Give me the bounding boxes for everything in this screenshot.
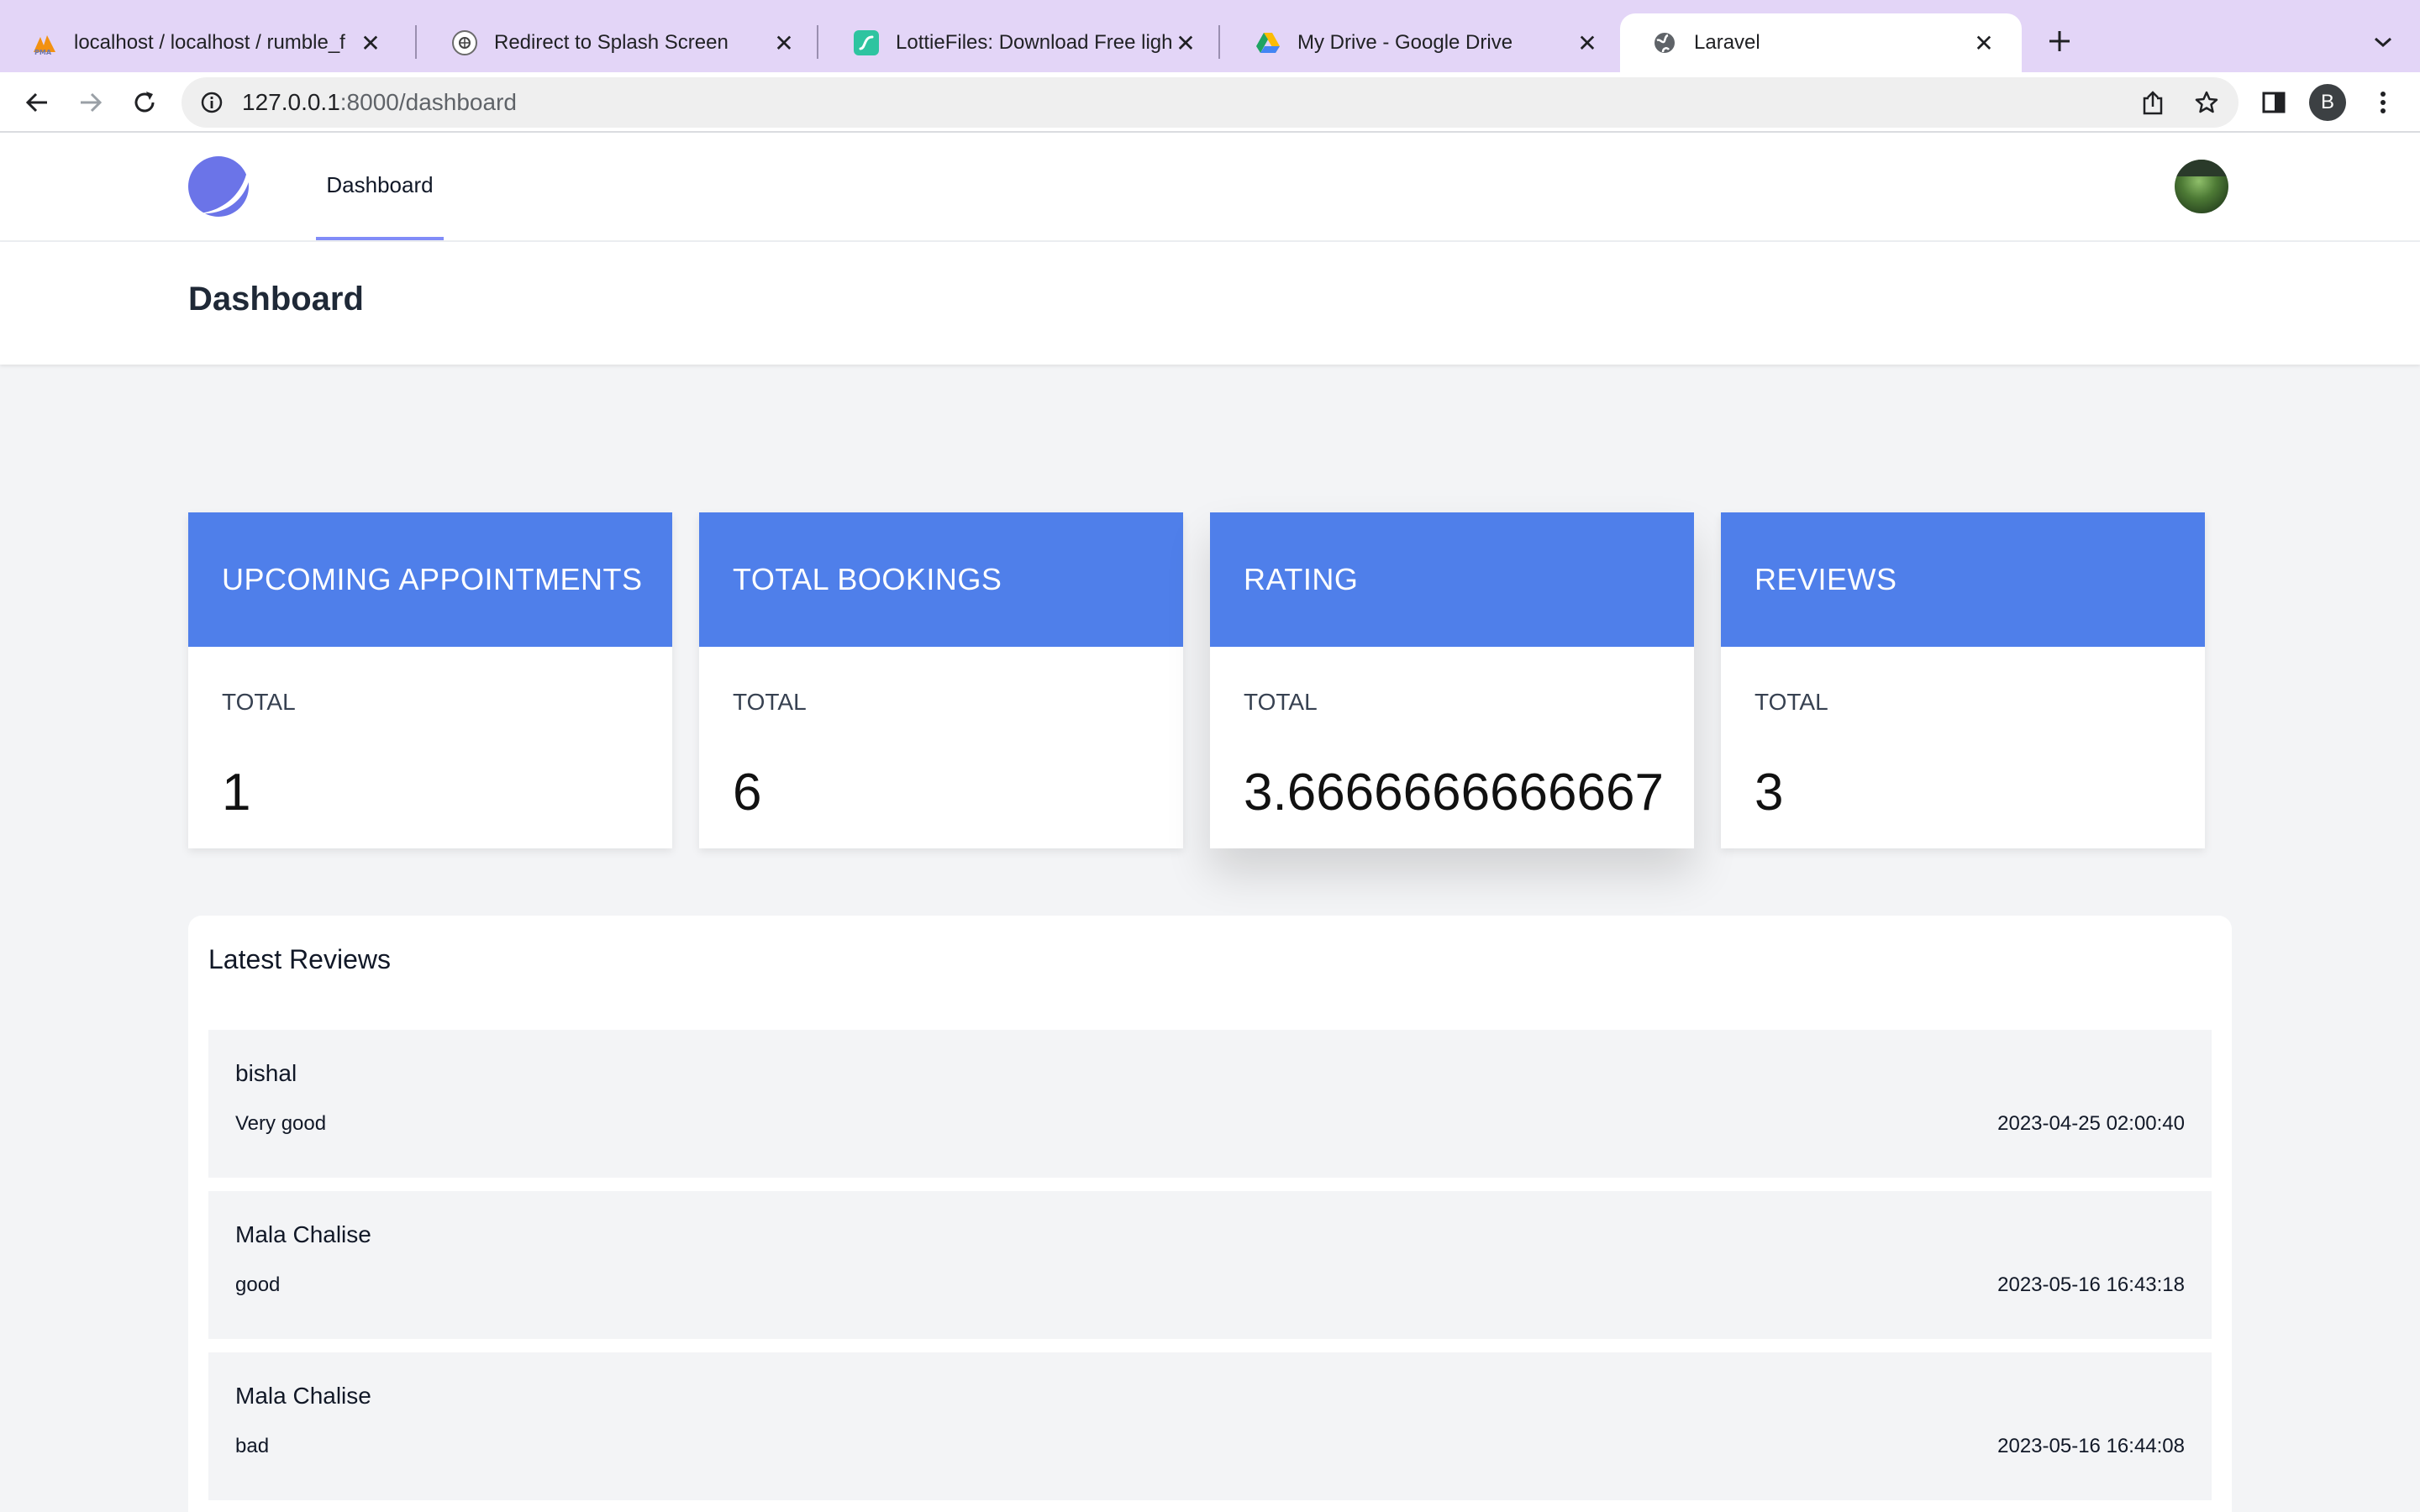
back-arrow-icon[interactable]: [17, 82, 57, 123]
card-value: 1: [222, 764, 251, 822]
page-header: Dashboard: [0, 242, 2420, 365]
url-path: :8000/dashboard: [339, 89, 517, 115]
browser-tab-lottiefiles[interactable]: LottieFiles: Download Free ligh ✕: [822, 13, 1223, 72]
more-menu-icon[interactable]: [2363, 82, 2403, 123]
app-navigation: Dashboard: [0, 133, 2420, 242]
card-label: TOTAL: [1754, 689, 1828, 715]
reload-icon[interactable]: [124, 82, 165, 123]
browser-tab-redirect[interactable]: Redirect to Splash Screen ✕: [420, 13, 822, 72]
card-title: TOTAL BOOKINGS: [699, 512, 1183, 647]
tab-divider: [415, 25, 417, 59]
latest-reviews-panel: Latest Reviews bishal Very good 2023-04-…: [188, 916, 2232, 1512]
tab-title: Laravel: [1694, 31, 1760, 54]
forward-arrow-icon[interactable]: [71, 82, 111, 123]
review-author: Mala Chalise: [235, 1383, 371, 1409]
card-label: TOTAL: [733, 689, 807, 715]
review-author: bishal: [235, 1060, 297, 1086]
card-value: 3.6666666666667: [1244, 764, 1664, 822]
tab-divider: [1218, 25, 1220, 59]
page-title: Dashboard: [188, 281, 364, 318]
browser-tab-laravel[interactable]: Laravel ✕: [1620, 13, 2022, 72]
review-date: 2023-04-25 02:00:40: [1997, 1112, 2185, 1135]
close-icon[interactable]: ✕: [1573, 29, 1602, 57]
new-tab-button[interactable]: [2040, 22, 2079, 60]
review-text: bad: [235, 1435, 270, 1457]
card-total-bookings: TOTAL BOOKINGS TOTAL 6: [699, 512, 1183, 848]
close-icon[interactable]: ✕: [356, 29, 385, 57]
tab-search-chevron-icon[interactable]: [2366, 25, 2400, 59]
nav-link-dashboard[interactable]: Dashboard: [316, 133, 444, 240]
lottie-icon: [854, 30, 879, 55]
browser-tab-google-drive[interactable]: My Drive - Google Drive ✕: [1223, 13, 1625, 72]
browser-tab-bar: PMA localhost / localhost / rumble_f ✕ R…: [0, 0, 2420, 72]
profile-avatar[interactable]: B: [2309, 84, 2346, 121]
tab-divider: [817, 25, 818, 59]
browser-tab-phpmyadmin[interactable]: PMA localhost / localhost / rumble_f ✕: [0, 13, 408, 72]
card-rating: RATING TOTAL 3.6666666666667: [1210, 512, 1694, 848]
close-icon[interactable]: ✕: [770, 29, 798, 57]
bookmark-star-icon[interactable]: [2188, 84, 2225, 121]
tab-title: My Drive - Google Drive: [1297, 31, 1513, 54]
globe-icon: [1652, 30, 1677, 55]
pma-icon: PMA: [32, 30, 57, 55]
card-title: RATING: [1210, 512, 1694, 647]
review-author: Mala Chalise: [235, 1221, 371, 1247]
reviews-title: Latest Reviews: [208, 944, 391, 974]
close-icon[interactable]: ✕: [1970, 29, 1998, 57]
url-text: 127.0.0.1:8000/dashboard: [242, 89, 517, 116]
svg-text:PMA: PMA: [34, 49, 52, 55]
card-value: 6: [733, 764, 762, 822]
user-avatar[interactable]: [2175, 160, 2228, 213]
card-title: UPCOMING APPOINTMENTS: [188, 512, 672, 647]
card-label: TOTAL: [222, 689, 296, 715]
tab-title: LottieFiles: Download Free ligh: [896, 31, 1171, 54]
card-upcoming-appointments: UPCOMING APPOINTMENTS TOTAL 1: [188, 512, 672, 848]
review-text: good: [235, 1273, 281, 1296]
review-text: Very good: [235, 1112, 327, 1135]
review-item: Mala Chalise bad 2023-05-16 16:44:08: [208, 1352, 2212, 1500]
browser-toolbar: 127.0.0.1:8000/dashboard B: [0, 72, 2420, 133]
share-icon[interactable]: [2134, 84, 2171, 121]
side-panel-icon[interactable]: [2254, 82, 2294, 123]
openai-icon: [452, 30, 477, 55]
card-title: REVIEWS: [1721, 512, 2205, 647]
card-value: 3: [1754, 764, 1784, 822]
review-item: Mala Chalise good 2023-05-16 16:43:18: [208, 1191, 2212, 1339]
review-date: 2023-05-16 16:44:08: [1997, 1435, 2185, 1457]
address-bar[interactable]: 127.0.0.1:8000/dashboard: [182, 77, 2238, 128]
card-reviews: REVIEWS TOTAL 3: [1721, 512, 2205, 848]
tab-title: Redirect to Splash Screen: [494, 31, 729, 54]
close-icon[interactable]: ✕: [1171, 29, 1200, 57]
review-date: 2023-05-16 16:43:18: [1997, 1273, 2185, 1296]
card-label: TOTAL: [1244, 689, 1318, 715]
url-host: 127.0.0.1: [242, 89, 340, 115]
site-info-icon[interactable]: [198, 89, 225, 116]
review-item: bishal Very good 2023-04-25 02:00:40: [208, 1030, 2212, 1178]
google-drive-icon: [1255, 30, 1281, 55]
app-logo[interactable]: [188, 156, 249, 217]
tab-title: localhost / localhost / rumble_f: [74, 31, 345, 54]
